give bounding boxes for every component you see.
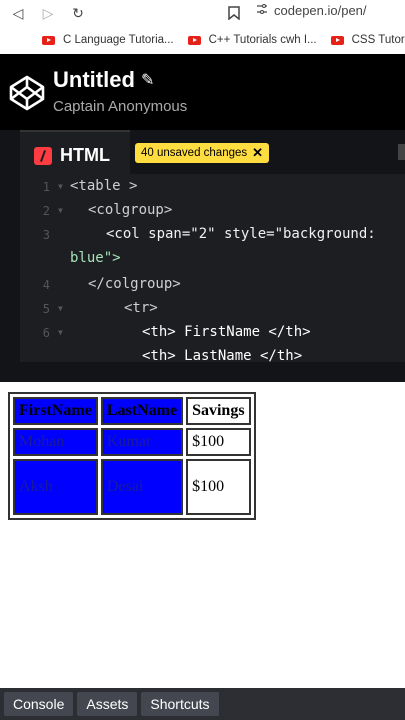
youtube-icon [42,35,55,45]
code-text: blue"> [70,250,121,266]
edit-pencil-icon[interactable]: ✎ [141,70,154,90]
bookmark-label: C++ Tutorials cwh I... [208,34,317,46]
table-cell: Mohan [13,428,98,456]
fold-arrow-icon[interactable]: ▼ [58,206,63,215]
codepen-logo-icon[interactable] [8,74,46,112]
line-number: 6 [42,326,50,340]
line-number: 1 [42,180,50,194]
code-text: <col span="2" style="background: [106,226,376,242]
table-row: Mohan Kumar $100 [13,428,251,456]
table-header: LastName [100,397,184,425]
pen-owner: Captain Anonymous [53,98,188,115]
youtube-icon [330,35,344,45]
fold-arrow-icon[interactable]: ▼ [58,328,63,337]
table-header: Savings [186,397,251,425]
code-text: <colgroup> [88,202,173,218]
line-number: 3 [42,228,50,242]
bookmark-label: CSS Tutoria [351,34,405,46]
youtube-icon [187,35,201,45]
site-info-icon[interactable] [256,3,268,18]
unsaved-label: 40 unsaved changes [141,147,248,159]
editor-gutter-strip [0,130,20,362]
preview-pane: FirstName LastName Savings Mohan Kumar $… [0,382,405,688]
tab-label: HTML [60,145,110,165]
editor-resize-bar[interactable] [0,362,405,382]
table-cell: Kumar [100,428,184,456]
bookmark-css[interactable]: CSS Tutoria [330,34,405,46]
bookmark-label: C Language Tutoria... [63,34,174,46]
shortcuts-button[interactable]: Shortcuts [141,692,219,716]
address-bar[interactable]: codepen.io/pen/ [256,0,367,20]
console-button[interactable]: Console [4,692,74,716]
forward-icon[interactable]: ▷ [38,3,58,23]
table-header: FirstName [13,397,98,425]
bookmark-c-language[interactable]: C Language Tutoria... [42,34,174,46]
url-text: codepen.io/pen/ [274,2,367,18]
table-cell: Desai [100,459,184,515]
bottom-bar: Console Assets Shortcuts [0,688,405,720]
code-text: </colgroup> [88,276,181,292]
assets-button[interactable]: Assets [77,692,138,716]
back-icon[interactable]: ◁ [8,3,28,23]
browser-toolbar: ◁ ▷ ↻ codepen.io/pen/ [0,0,405,26]
html-icon [34,147,52,165]
code-text: <th> LastName </th> [142,348,303,362]
bookmark-icon[interactable] [224,3,244,23]
line-number: 5 [42,302,50,316]
fold-arrow-icon[interactable]: ▼ [58,304,63,313]
fold-arrow-icon[interactable]: ▼ [58,182,63,191]
line-number: 2 [42,204,50,218]
table-cell: $100 [186,428,251,456]
code-text: <tr> [124,300,158,316]
code-text: <table > [70,178,138,194]
code-text: <th> FirstName </th> [142,324,311,340]
bookmark-cpp[interactable]: C++ Tutorials cwh I... [187,34,317,46]
reload-icon[interactable]: ↻ [68,3,88,23]
preview-table: FirstName LastName Savings Mohan Kumar $… [8,392,256,520]
table-row: FirstName LastName Savings [13,397,251,425]
table-cell: $100 [186,459,251,515]
editor-settings-handle[interactable] [398,144,405,160]
table-row: Aksh Desai $100 [13,459,251,515]
unsaved-changes-badge[interactable]: 40 unsaved changes ✕ [135,143,270,163]
table-cell: Aksh [13,459,98,515]
close-icon[interactable]: ✕ [252,145,263,161]
bookmarks-bar: C Language Tutoria... C++ Tutorials cwh … [0,29,405,51]
line-number: 4 [42,278,50,292]
codepen-header: Untitled ✎ Captain Anonymous [0,54,405,130]
html-editor: HTML 1 ▼ <table > 2 ▼ <colgroup> 3 <col … [0,130,405,362]
tab-html[interactable]: HTML [20,130,130,176]
pen-title[interactable]: Untitled [53,67,135,93]
